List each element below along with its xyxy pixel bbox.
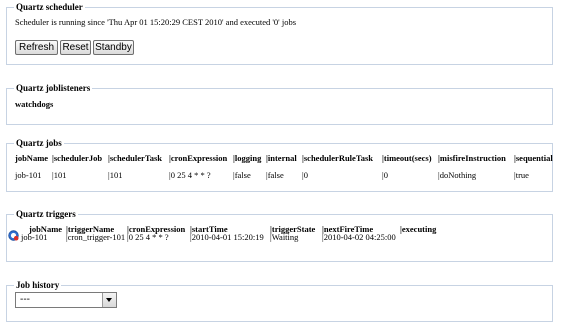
scheduler-section: Quartz scheduler Scheduler is running si… <box>6 2 553 65</box>
joblisteners-legend: Quartz joblisteners <box>14 83 93 94</box>
standby-button[interactable]: Standby <box>93 40 134 55</box>
chevron-down-icon[interactable] <box>102 293 116 307</box>
scheduler-status-text: Scheduler is running since 'Thu Apr 01 1… <box>15 17 297 27</box>
triggers-col-executing: |executing <box>400 224 437 234</box>
jobs-col-schedulerruletask: |schedulerRuleTask <box>302 153 373 163</box>
triggers-cell: |0 25 4 * * ? <box>127 232 169 242</box>
triggers-cell: |cron_trigger-101 <box>66 232 126 242</box>
jobs-cell: |true <box>514 170 529 180</box>
triggers-section: Quartz triggers jobName |triggerName |cr… <box>6 209 553 262</box>
jobs-cell: |0 <box>302 170 308 180</box>
jobs-col-misfireinstruction: |misfireInstruction <box>438 153 506 163</box>
jobs-col-internal: |internal <box>266 153 297 163</box>
jobs-col-timeout: |timeout(secs) <box>382 153 432 163</box>
triggers-table: jobName |triggerName |cronExpression |st… <box>7 215 552 255</box>
jobs-cell: |0 25 4 * * ? <box>169 170 211 180</box>
triggers-cell: |2010-04-01 15:20:19 <box>190 232 264 242</box>
triggers-cell: |Waiting <box>270 232 299 242</box>
reset-button[interactable]: Reset <box>60 40 91 55</box>
jobs-col-schedulertask: |schedulerTask <box>108 153 162 163</box>
jobs-cell: |0 <box>382 170 388 180</box>
job-history-select-value: --- <box>20 294 30 305</box>
jobs-section: Quartz jobs jobName |schedulerJob |sched… <box>6 138 553 192</box>
jobs-cell: |101 <box>108 170 123 180</box>
jobs-cell: |101 <box>52 170 67 180</box>
history-legend: Job history <box>14 280 62 291</box>
joblistener-item: watchdogs <box>15 99 54 109</box>
jobs-cell: |false <box>233 170 251 180</box>
jobs-col-cronexpression: |cronExpression <box>169 153 228 163</box>
jobs-col-schedulerjob: |schedulerJob <box>52 153 103 163</box>
jobs-col-sequential: |sequential <box>514 153 553 163</box>
scheduler-legend: Quartz scheduler <box>14 2 85 13</box>
refresh-button[interactable]: Refresh <box>15 40 58 55</box>
history-section: Job history --- <box>6 280 553 322</box>
jobs-col-jobname: jobName <box>15 153 49 163</box>
joblisteners-section: Quartz joblisteners watchdogs <box>6 83 553 125</box>
jobs-cell: job-101 <box>15 170 42 180</box>
run-now-icon[interactable] <box>8 230 19 241</box>
triggers-cell: |2010-04-02 04:25:00 <box>322 232 396 242</box>
jobs-table: jobName |schedulerJob |schedulerTask |cr… <box>7 144 553 184</box>
jobs-col-logging: |logging <box>233 153 262 163</box>
jobs-cell: |doNothing <box>438 170 477 180</box>
triggers-cell: job-101 <box>21 232 48 242</box>
jobs-cell: |false <box>266 170 284 180</box>
job-history-select[interactable]: --- <box>15 292 117 308</box>
